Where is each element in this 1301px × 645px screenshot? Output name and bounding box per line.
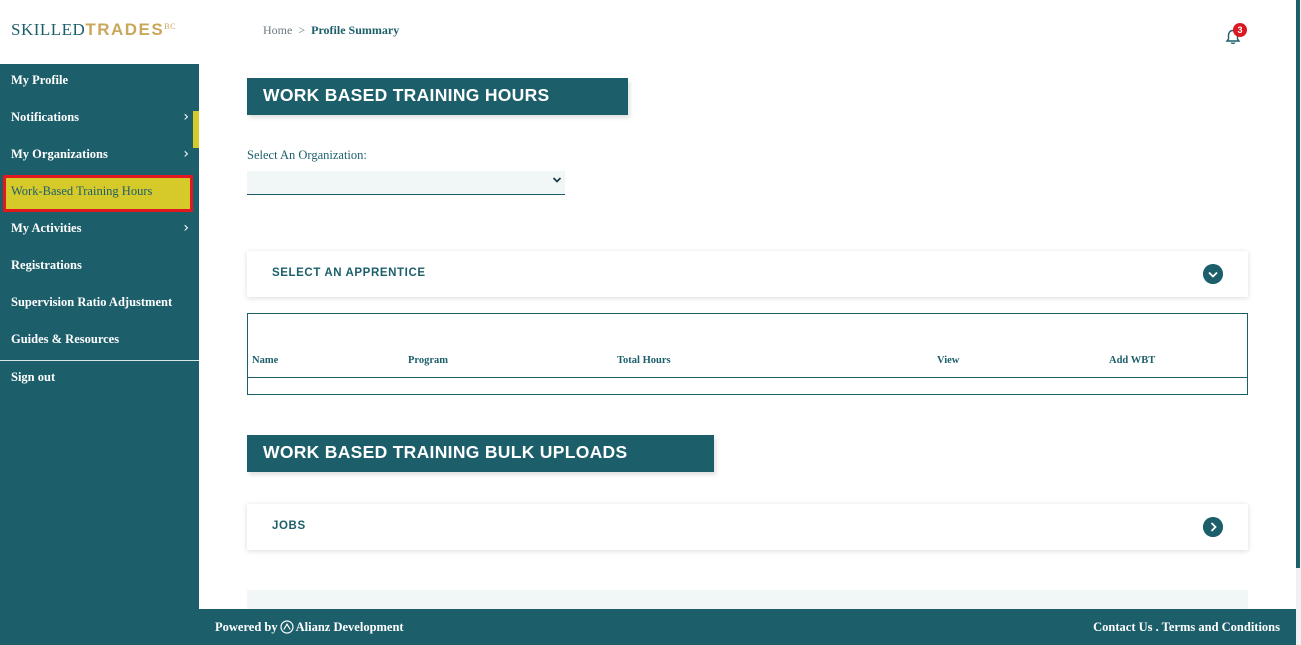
- sidebar-item-registrations[interactable]: Registrations: [0, 249, 199, 286]
- powered-by-company[interactable]: Alianz Development: [296, 620, 404, 634]
- sidebar-item-label: Notifications: [11, 110, 80, 124]
- sidebar-item-label: Guides & Resources: [11, 332, 120, 346]
- logo-skilled: SKILLED: [11, 20, 86, 39]
- sidebar-item-my-activities[interactable]: My Activities ›: [0, 212, 199, 249]
- sidebar-item-work-based-training-hours[interactable]: Work-Based Training Hours: [3, 175, 193, 212]
- wbt-bulk-uploads-title: WORK BASED TRAINING BULK UPLOADS: [247, 435, 714, 472]
- breadcrumb: Home > Profile Summary: [263, 23, 399, 38]
- select-apprentice-label: SELECT AN APPRENTICE: [272, 267, 426, 279]
- chevron-right-icon: ›: [183, 146, 189, 162]
- sidebar-item-guides-resources[interactable]: Guides & Resources: [0, 323, 199, 360]
- column-header-view[interactable]: View: [937, 355, 959, 366]
- footer: Powered by Alianz Development Contact Us…: [199, 609, 1296, 645]
- sidebar-item-label: My Activities: [11, 221, 82, 235]
- alianz-logo-icon: [280, 620, 294, 634]
- sidebar-active-indicator: [193, 111, 199, 148]
- sidebar-item-my-organizations[interactable]: My Organizations ›: [0, 138, 199, 175]
- jobs-accordion[interactable]: JOBS: [247, 504, 1248, 550]
- organization-select[interactable]: [247, 171, 565, 195]
- logo-trades: TRADES: [85, 20, 165, 39]
- sidebar: My Profile Notifications › My Organizati…: [0, 64, 199, 645]
- sidebar-item-supervision-ratio-adjustment[interactable]: Supervision Ratio Adjustment: [0, 286, 199, 323]
- column-header-program[interactable]: Program: [408, 355, 448, 366]
- column-header-total-hours[interactable]: Total Hours: [617, 355, 671, 366]
- select-apprentice-accordion[interactable]: SELECT AN APPRENTICE: [247, 251, 1248, 297]
- logo-bc: BC: [164, 22, 176, 31]
- skilledtrades-logo[interactable]: SKILLEDTRADESBC: [11, 20, 176, 44]
- powered-by: Powered by Alianz Development: [215, 620, 404, 635]
- notification-count-badge: 3: [1233, 23, 1247, 37]
- sidebar-item-label: Supervision Ratio Adjustment: [11, 295, 173, 309]
- wbt-hours-title: WORK BASED TRAINING HOURS: [247, 78, 628, 115]
- sidebar-item-label: Registrations: [11, 258, 82, 272]
- chevron-down-icon: [552, 177, 562, 183]
- sidebar-item-label: My Organizations: [11, 147, 108, 161]
- breadcrumb-current: Profile Summary: [311, 23, 400, 37]
- partially-visible-panel: [247, 590, 1248, 610]
- powered-by-label: Powered by: [215, 620, 278, 634]
- chevron-right-circle-icon[interactable]: [1203, 517, 1223, 537]
- sidebar-item-my-profile[interactable]: My Profile: [0, 64, 199, 101]
- column-header-add-wbt[interactable]: Add WBT: [1109, 355, 1155, 366]
- chevron-right-icon: ›: [183, 109, 189, 125]
- sidebar-item-label: Sign out: [11, 370, 56, 384]
- sidebar-item-label: My Profile: [11, 73, 69, 87]
- jobs-label: JOBS: [272, 520, 306, 532]
- breadcrumb-separator: >: [298, 23, 306, 37]
- sidebar-item-sign-out[interactable]: Sign out: [0, 361, 199, 398]
- chevron-down-circle-icon[interactable]: [1203, 264, 1223, 284]
- column-header-name[interactable]: Name: [252, 355, 278, 366]
- apprentice-table: Name Program Total Hours View Add WBT: [247, 313, 1248, 395]
- footer-links[interactable]: Contact Us . Terms and Conditions: [1093, 620, 1280, 635]
- page-scrollbar-thumb[interactable]: [1296, 0, 1300, 568]
- sidebar-item-notifications[interactable]: Notifications ›: [0, 101, 199, 138]
- chevron-right-icon: ›: [183, 220, 189, 236]
- table-header-row: Name Program Total Hours View Add WBT: [248, 314, 1247, 378]
- breadcrumb-home[interactable]: Home: [263, 23, 292, 37]
- sidebar-item-label: Work-Based Training Hours: [11, 184, 153, 198]
- organization-select-label: Select An Organization:: [247, 148, 367, 162]
